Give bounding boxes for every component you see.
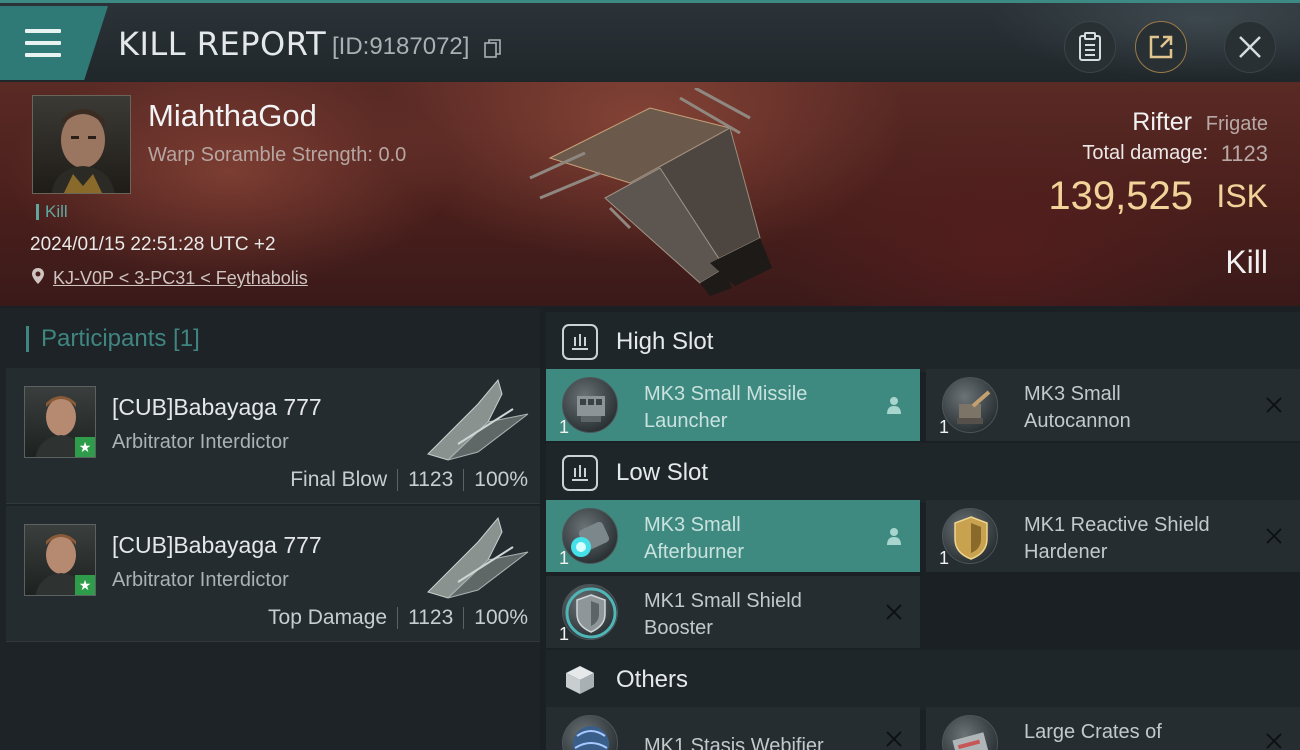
participant-name[interactable]: [CUB]Babayaga 777 bbox=[112, 394, 322, 421]
participant-percent: 100% bbox=[474, 606, 528, 629]
participant-role: Top Damage bbox=[268, 606, 388, 629]
participant-row[interactable]: ★ [CUB]Babayaga 777 Arbitrator Interdict… bbox=[6, 368, 540, 504]
module-item[interactable]: 1 MK3 Small Autocannon bbox=[926, 369, 1300, 441]
high-slot-header: High Slot bbox=[546, 312, 1300, 372]
high-slot-icon bbox=[562, 324, 598, 360]
kill-timestamp: 2024/01/15 22:51:28 UTC +2 bbox=[30, 234, 276, 255]
isk-unit: ISK bbox=[1216, 178, 1268, 214]
module-item[interactable]: Large Crates of bbox=[926, 707, 1300, 750]
victim-ship-class: Frigate bbox=[1205, 113, 1268, 135]
others-header: Others bbox=[546, 650, 1300, 710]
total-damage-value: 1123 bbox=[1220, 141, 1268, 166]
participant-damage: 1123 bbox=[408, 468, 454, 491]
module-name: MK1 Small Shield Booster bbox=[644, 590, 802, 639]
cargo-crate-icon bbox=[942, 715, 998, 750]
report-id: [ID:9187072] bbox=[332, 33, 470, 60]
isk-value: 139,525 bbox=[1048, 174, 1193, 218]
participant-role: Final Blow bbox=[290, 468, 388, 491]
high-slot-label: High Slot bbox=[616, 328, 714, 355]
participant-stats: Top Damage 1123 100% bbox=[268, 606, 528, 630]
share-icon bbox=[1149, 35, 1173, 59]
module-name: MK3 Small Afterburner bbox=[644, 514, 745, 563]
close-icon bbox=[1239, 36, 1261, 58]
module-name: MK3 Small Autocannon bbox=[1024, 383, 1131, 432]
kill-result: Kill bbox=[1225, 244, 1268, 280]
participant-ship-image[interactable] bbox=[418, 512, 538, 604]
low-slot-label: Low Slot bbox=[616, 459, 709, 486]
module-item[interactable]: 1 MK3 Small Missile Launcher bbox=[546, 369, 920, 441]
module-name: Large Crates of bbox=[1024, 721, 1162, 743]
kill-tag: Kill bbox=[36, 203, 68, 220]
participant-damage: 1123 bbox=[408, 606, 454, 629]
report-button[interactable] bbox=[1064, 21, 1116, 73]
close-button[interactable] bbox=[1224, 21, 1276, 73]
participants-panel: Participants [1] ★ [CUB]Babayaga 777 Arb… bbox=[0, 308, 540, 750]
cube-icon bbox=[562, 662, 598, 698]
module-item[interactable]: 1 MK1 Small Shield Booster bbox=[546, 576, 920, 648]
participant-stats: Final Blow 1123 100% bbox=[290, 468, 528, 492]
clipboard-icon bbox=[1079, 32, 1101, 61]
total-damage-label: Total damage: bbox=[1082, 142, 1208, 164]
participant-percent: 100% bbox=[474, 468, 528, 491]
participant-ship: Arbitrator Interdictor bbox=[112, 569, 289, 591]
top-bar: KILL REPORT [ID:9187072] bbox=[0, 0, 1300, 82]
close-icon bbox=[1266, 528, 1282, 544]
shield-hardener-icon bbox=[942, 508, 998, 564]
location-pin-icon bbox=[32, 268, 44, 284]
low-slot-header: Low Slot bbox=[546, 443, 1300, 503]
victim-ship-image[interactable] bbox=[510, 88, 790, 298]
menu-button[interactable] bbox=[0, 6, 108, 80]
hamburger-menu-icon bbox=[25, 29, 61, 57]
fitting-panel: High Slot 1 MK3 Small Missile Launcher 1… bbox=[540, 308, 1300, 750]
warp-scramble-strength: Warp Soramble Strength: 0.0 bbox=[148, 144, 407, 166]
page-title: KILL REPORT bbox=[118, 25, 327, 63]
victim-name[interactable]: MiahthaGod bbox=[148, 98, 317, 134]
victim-banner: MiahthaGod Warp Soramble Strength: 0.0 K… bbox=[0, 82, 1300, 306]
share-button[interactable] bbox=[1135, 21, 1187, 73]
participant-row[interactable]: ★ [CUB]Babayaga 777 Arbitrator Interdict… bbox=[6, 506, 540, 642]
close-icon bbox=[1266, 397, 1282, 413]
module-quantity: 1 bbox=[939, 548, 950, 568]
participants-header: Participants [1] bbox=[26, 326, 200, 352]
module-quantity: 1 bbox=[559, 548, 570, 568]
star-icon: ★ bbox=[75, 575, 95, 595]
missile-launcher-icon bbox=[562, 377, 618, 433]
module-quantity: 1 bbox=[939, 417, 950, 437]
module-quantity: 1 bbox=[559, 624, 570, 644]
participant-avatar[interactable]: ★ bbox=[24, 524, 96, 596]
module-item[interactable]: 1 MK3 Small Afterburner bbox=[546, 500, 920, 572]
others-label: Others bbox=[616, 666, 689, 693]
participant-ship-image[interactable] bbox=[418, 374, 538, 466]
victim-avatar[interactable] bbox=[32, 95, 131, 194]
module-name: MK1 Stasis Webifier bbox=[644, 735, 824, 750]
module-item[interactable]: MK1 Stasis Webifier bbox=[546, 707, 920, 750]
user-icon bbox=[887, 397, 901, 414]
copy-icon[interactable] bbox=[484, 39, 502, 59]
low-slot-icon bbox=[562, 455, 598, 491]
stasis-webifier-icon bbox=[562, 715, 618, 750]
participant-avatar[interactable]: ★ bbox=[24, 386, 96, 458]
kill-location-link[interactable]: KJ-V0P < 3-PC31 < Feythabolis bbox=[53, 268, 308, 289]
autocannon-icon bbox=[942, 377, 998, 433]
module-name: MK3 Small Missile Launcher bbox=[644, 383, 808, 432]
participant-ship: Arbitrator Interdictor bbox=[112, 431, 289, 453]
user-icon bbox=[887, 528, 901, 545]
module-item[interactable]: 1 MK1 Reactive Shield Hardener bbox=[926, 500, 1300, 572]
close-icon bbox=[1266, 733, 1282, 749]
close-icon bbox=[886, 604, 902, 620]
module-name: MK1 Reactive Shield Hardener bbox=[1024, 514, 1210, 563]
star-icon: ★ bbox=[75, 437, 95, 457]
victim-ship-name[interactable]: Rifter bbox=[1132, 108, 1192, 137]
participant-name[interactable]: [CUB]Babayaga 777 bbox=[112, 532, 322, 559]
afterburner-icon bbox=[562, 508, 618, 564]
shield-booster-icon bbox=[562, 584, 618, 640]
module-quantity: 1 bbox=[559, 417, 570, 437]
close-icon bbox=[886, 731, 902, 747]
